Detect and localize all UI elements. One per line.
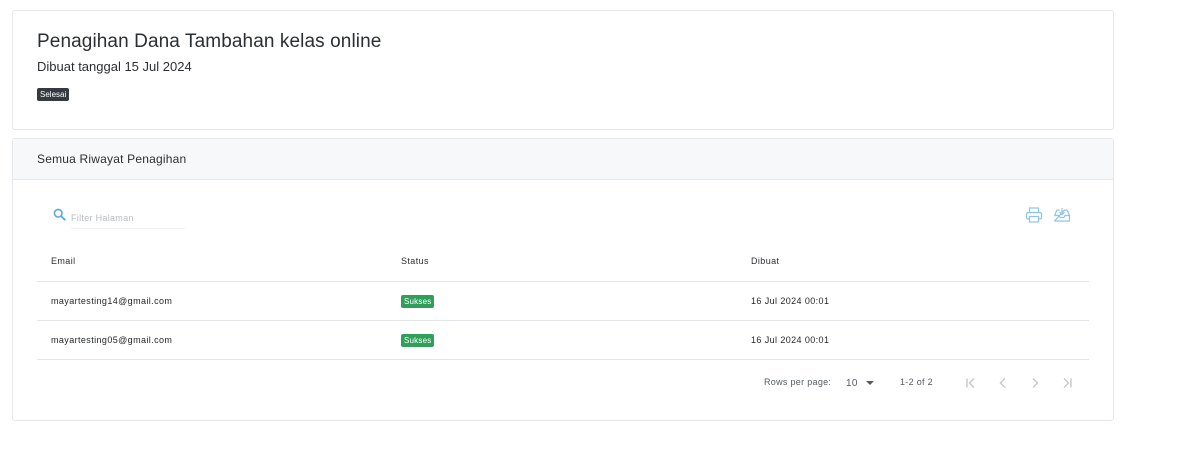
row-status: Sukses xyxy=(401,321,435,359)
table-row[interactable]: mayartesting14@gmail.com Sukses 16 Jul 2… xyxy=(37,282,1089,321)
row-email: mayartesting05@gmail.com xyxy=(51,335,173,345)
created-date: Dibuat tanggal 15 Jul 2024 xyxy=(37,59,192,74)
column-header-status[interactable]: Status xyxy=(401,241,429,281)
row-created: 16 Jul 2024 00:01 xyxy=(751,335,830,345)
rows-per-page-select[interactable]: 10 xyxy=(846,375,878,391)
previous-page-icon[interactable] xyxy=(995,375,1011,391)
page-title: Penagihan Dana Tambahan kelas online xyxy=(37,31,382,52)
table-row[interactable]: mayartesting05@gmail.com Sukses 16 Jul 2… xyxy=(37,321,1089,360)
card-title: Semua Riwayat Penagihan xyxy=(13,139,1113,180)
billing-summary-card: Penagihan Dana Tambahan kelas online Dib… xyxy=(12,10,1114,130)
next-page-icon[interactable] xyxy=(1027,375,1043,391)
table-header-row: Email Status Dibuat xyxy=(37,241,1089,282)
status-badge: Selesai xyxy=(37,88,70,101)
page-range: 1-2 of 2 xyxy=(900,377,933,387)
last-page-icon[interactable] xyxy=(1059,375,1075,391)
chevron-down-icon xyxy=(865,381,874,385)
first-page-icon[interactable] xyxy=(963,375,979,391)
inbox-download-icon[interactable] xyxy=(1053,207,1071,223)
printer-icon[interactable] xyxy=(1025,207,1043,223)
billing-history-card: Semua Riwayat Penagihan Email Status Dib… xyxy=(12,138,1114,421)
filter-input[interactable] xyxy=(71,207,185,229)
status-badge: Sukses xyxy=(401,294,435,308)
search-box xyxy=(53,207,185,229)
rows-per-page-value: 10 xyxy=(846,377,858,389)
search-icon xyxy=(53,208,66,221)
pagination-bar: Rows per page: 10 1-2 of 2 xyxy=(13,375,1113,391)
column-header-email[interactable]: Email xyxy=(51,241,76,281)
column-header-created[interactable]: Dibuat xyxy=(751,241,779,281)
rows-per-page-label: Rows per page: xyxy=(764,377,832,387)
row-status: Sukses xyxy=(401,282,435,320)
history-table: Email Status Dibuat mayartesting14@gmail… xyxy=(37,241,1089,360)
status-badge: Sukses xyxy=(401,333,435,347)
row-created: 16 Jul 2024 00:01 xyxy=(751,296,830,306)
row-email: mayartesting14@gmail.com xyxy=(51,296,173,306)
